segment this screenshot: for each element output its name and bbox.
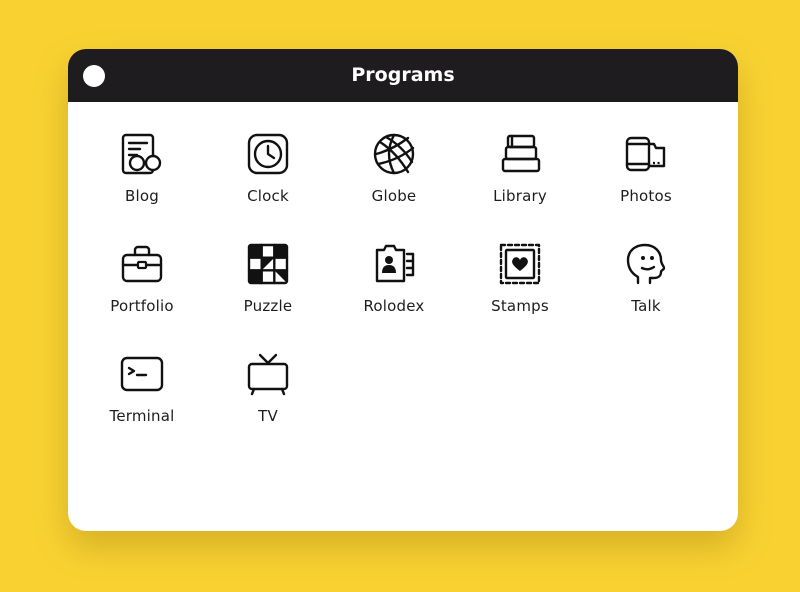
- rolodex-icon: [375, 244, 415, 283]
- app-label: Clock: [247, 187, 289, 205]
- app-label: TV: [258, 407, 278, 425]
- app-label: Rolodex: [363, 297, 425, 315]
- app-clock[interactable]: Clock: [208, 132, 328, 232]
- app-portfolio[interactable]: Portfolio: [82, 242, 202, 342]
- photos-icon: [625, 136, 666, 172]
- stamps-icon: [499, 243, 541, 285]
- library-icon: [501, 134, 541, 173]
- app-label: Photos: [620, 187, 672, 205]
- app-rolodex[interactable]: Rolodex: [334, 242, 454, 342]
- app-label: Portfolio: [110, 297, 174, 315]
- app-label: Stamps: [491, 297, 549, 315]
- app-terminal[interactable]: Terminal: [82, 352, 202, 452]
- app-puzzle[interactable]: Puzzle: [208, 242, 328, 342]
- window-titlebar[interactable]: Programs: [68, 49, 738, 102]
- terminal-icon: [120, 356, 164, 392]
- app-stamps[interactable]: Stamps: [460, 242, 580, 342]
- talk-icon: [626, 243, 666, 285]
- app-label: Talk: [631, 297, 661, 315]
- window-title: Programs: [351, 64, 455, 86]
- app-label: Blog: [125, 187, 159, 205]
- app-globe[interactable]: Globe: [334, 132, 454, 232]
- app-label: Library: [493, 187, 547, 205]
- programs-window: Programs Blog Clock Globe Library Photos…: [68, 49, 738, 531]
- app-talk[interactable]: Talk: [586, 242, 706, 342]
- app-label: Globe: [371, 187, 417, 205]
- app-photos[interactable]: Photos: [586, 132, 706, 232]
- clock-icon: [247, 133, 289, 175]
- globe-icon: [373, 133, 415, 175]
- blog-icon: [121, 133, 162, 175]
- app-blog[interactable]: Blog: [82, 132, 202, 232]
- app-tv[interactable]: TV: [208, 352, 328, 452]
- tv-icon: [247, 353, 289, 396]
- portfolio-icon: [121, 245, 163, 283]
- app-label: Puzzle: [243, 297, 293, 315]
- app-library[interactable]: Library: [460, 132, 580, 232]
- close-button[interactable]: [83, 65, 105, 87]
- app-label: Terminal: [109, 407, 175, 425]
- puzzle-icon: [247, 243, 289, 285]
